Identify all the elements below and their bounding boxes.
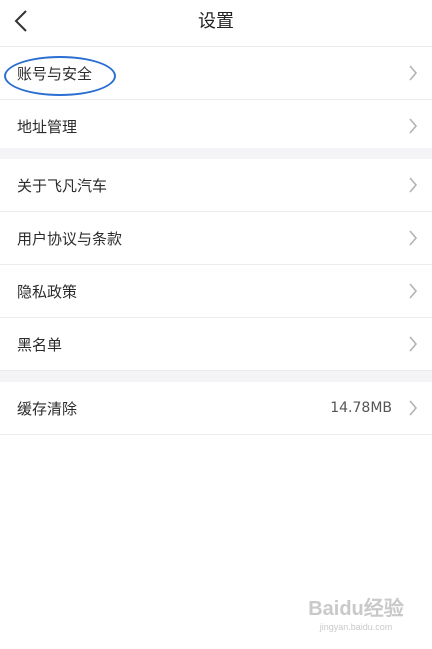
nav-bar: 设置 — [0, 0, 432, 47]
cache-size-value: 14.78MB — [330, 400, 392, 416]
watermark-subtitle: jingyan.baidu.com — [319, 622, 393, 632]
settings-item-label: 缓存清除 — [17, 399, 78, 418]
settings-item-label: 地址管理 — [17, 117, 78, 136]
baidu-watermark: Baidu经验 jingyan.baidu.com — [306, 597, 406, 639]
settings-group-cache: 缓存清除 14.78MB — [0, 382, 432, 435]
chevron-right-icon — [409, 118, 418, 134]
chevron-right-icon — [409, 65, 418, 81]
settings-item-label: 隐私政策 — [17, 282, 78, 301]
settings-item-blacklist[interactable]: 黑名单 — [0, 318, 432, 371]
chevron-right-icon — [409, 336, 418, 352]
settings-item-account-security[interactable]: 账号与安全 — [0, 47, 432, 100]
settings-group-account: 账号与安全 地址管理 — [0, 47, 432, 153]
settings-item-about[interactable]: 关于飞凡汽车 — [0, 159, 432, 212]
settings-item-label: 关于飞凡汽车 — [17, 176, 108, 195]
chevron-right-icon — [409, 230, 418, 246]
settings-group-about: 关于飞凡汽车 用户协议与条款 隐私政策 黑名单 — [0, 159, 432, 371]
section-divider — [0, 371, 432, 382]
settings-item-user-agreement[interactable]: 用户协议与条款 — [0, 212, 432, 265]
section-divider — [0, 148, 432, 159]
chevron-right-icon — [409, 400, 418, 416]
settings-item-label: 用户协议与条款 — [17, 229, 123, 248]
page-title: 设置 — [198, 11, 234, 32]
settings-item-privacy-policy[interactable]: 隐私政策 — [0, 265, 432, 318]
chevron-right-icon — [409, 177, 418, 193]
settings-item-label: 黑名单 — [17, 335, 63, 354]
settings-item-address-management[interactable]: 地址管理 — [0, 100, 432, 153]
watermark-title: Baidu经验 — [308, 598, 404, 620]
chevron-right-icon — [409, 283, 418, 299]
settings-item-label: 账号与安全 — [17, 64, 93, 83]
settings-item-clear-cache[interactable]: 缓存清除 14.78MB — [0, 382, 432, 435]
